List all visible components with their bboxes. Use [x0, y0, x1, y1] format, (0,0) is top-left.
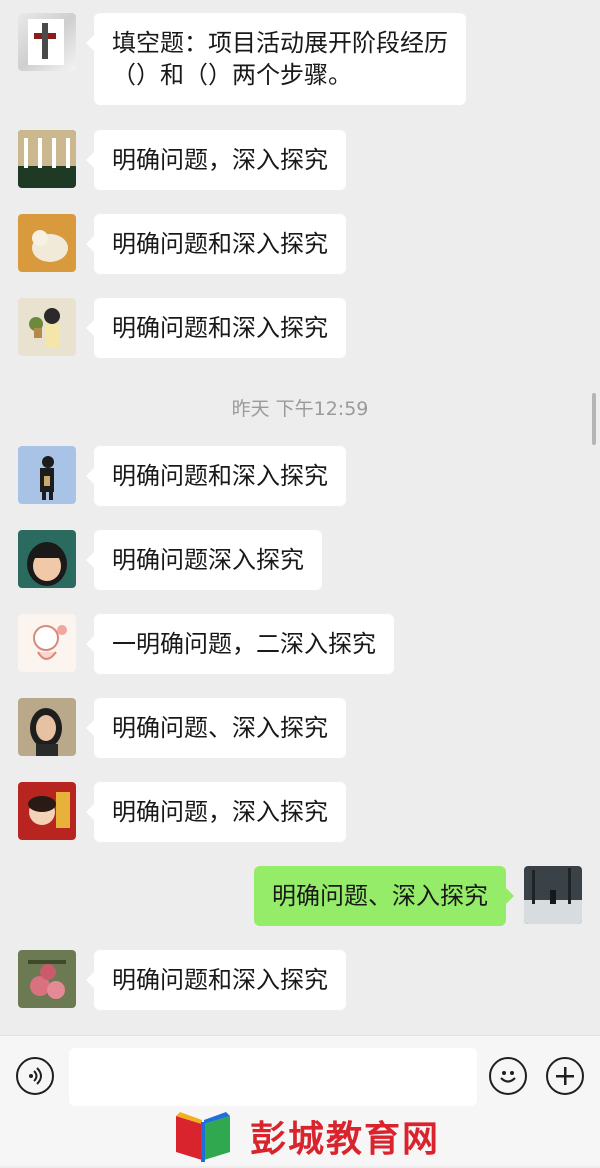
message-bubble[interactable]: 一明确问题，二深入探究 [86, 614, 394, 674]
emoji-icon[interactable] [489, 1057, 527, 1095]
scrollbar[interactable] [592, 393, 596, 445]
message-bubble[interactable]: 明确问题和深入探究 [86, 446, 346, 506]
message-bubble[interactable]: 填空题：项目活动展开阶段经历 （）和（）两个步骤。 [86, 13, 466, 105]
chat-message-self: 明确问题、深入探究 [0, 866, 600, 928]
chat-message: 明确问题，深入探究 [0, 130, 600, 192]
chat-message: 明确问题和深入探究 [0, 446, 600, 508]
avatar[interactable] [18, 530, 76, 588]
watermark-logo: 彭城教育网 [168, 1104, 448, 1164]
chat-message: 填空题：项目活动展开阶段经历 （）和（）两个步骤。 [0, 13, 600, 105]
avatar[interactable] [524, 866, 582, 924]
avatar[interactable] [18, 130, 76, 188]
chat-message: 明确问题深入探究 [0, 530, 600, 592]
message-text-line: 明确问题、深入探究 [112, 714, 328, 742]
message-text-line: 明确问题和深入探究 [112, 314, 328, 342]
message-bubble[interactable]: 明确问题，深入探究 [86, 782, 346, 842]
message-text-line: 明确问题，深入探究 [112, 798, 328, 826]
timestamp: 昨天 下午12:59 [231, 398, 369, 420]
message-bubble[interactable]: 明确问题和深入探究 [86, 950, 346, 1010]
avatar[interactable] [18, 446, 76, 504]
chat-message: 明确问题和深入探究 [0, 298, 600, 360]
chat-message: 明确问题和深入探究 [0, 214, 600, 276]
message-text-line: 明确问题和深入探究 [112, 230, 328, 258]
avatar[interactable] [18, 614, 76, 672]
input-bar: 彭城教育网 [0, 1035, 600, 1166]
chat-area: 填空题：项目活动展开阶段经历 （）和（）两个步骤。 明确问题，深入探究 明确问题… [0, 0, 600, 1035]
message-bubble[interactable]: 明确问题和深入探究 [86, 214, 346, 274]
message-bubble[interactable]: 明确问题，深入探究 [86, 130, 346, 190]
message-bubble[interactable]: 明确问题和深入探究 [86, 298, 346, 358]
message-input[interactable] [69, 1048, 477, 1106]
message-text-line: 明确问题和深入探究 [112, 462, 328, 490]
avatar[interactable] [18, 782, 76, 840]
chat-message: 明确问题，深入探究 [0, 782, 600, 844]
book-logo-icon [176, 1112, 230, 1162]
voice-icon[interactable] [16, 1057, 54, 1095]
message-text-line: 明确问题、深入探究 [272, 882, 488, 910]
message-bubble[interactable]: 明确问题、深入探究 [86, 698, 346, 758]
message-bubble[interactable]: 明确问题深入探究 [86, 530, 322, 590]
watermark-text: 彭城教育网 [250, 1119, 441, 1160]
message-text-line: 填空题：项目活动展开阶段经历 [112, 29, 448, 57]
message-bubble[interactable]: 明确问题、深入探究 [254, 866, 514, 926]
chat-message: 明确问题、深入探究 [0, 698, 600, 760]
avatar[interactable] [18, 13, 76, 71]
avatar[interactable] [18, 950, 76, 1008]
chat-message: 一明确问题，二深入探究 [0, 614, 600, 676]
message-text-line: 明确问题，深入探究 [112, 146, 328, 174]
avatar[interactable] [18, 298, 76, 356]
message-text-line: 明确问题深入探究 [112, 546, 304, 574]
avatar[interactable] [18, 214, 76, 272]
message-text-line: 一明确问题，二深入探究 [112, 630, 376, 658]
avatar[interactable] [18, 698, 76, 756]
message-text-line: （）和（）两个步骤。 [112, 61, 352, 89]
chat-message: 明确问题和深入探究 [0, 950, 600, 1012]
plus-icon[interactable] [546, 1057, 584, 1095]
message-text-line: 明确问题和深入探究 [112, 966, 328, 994]
